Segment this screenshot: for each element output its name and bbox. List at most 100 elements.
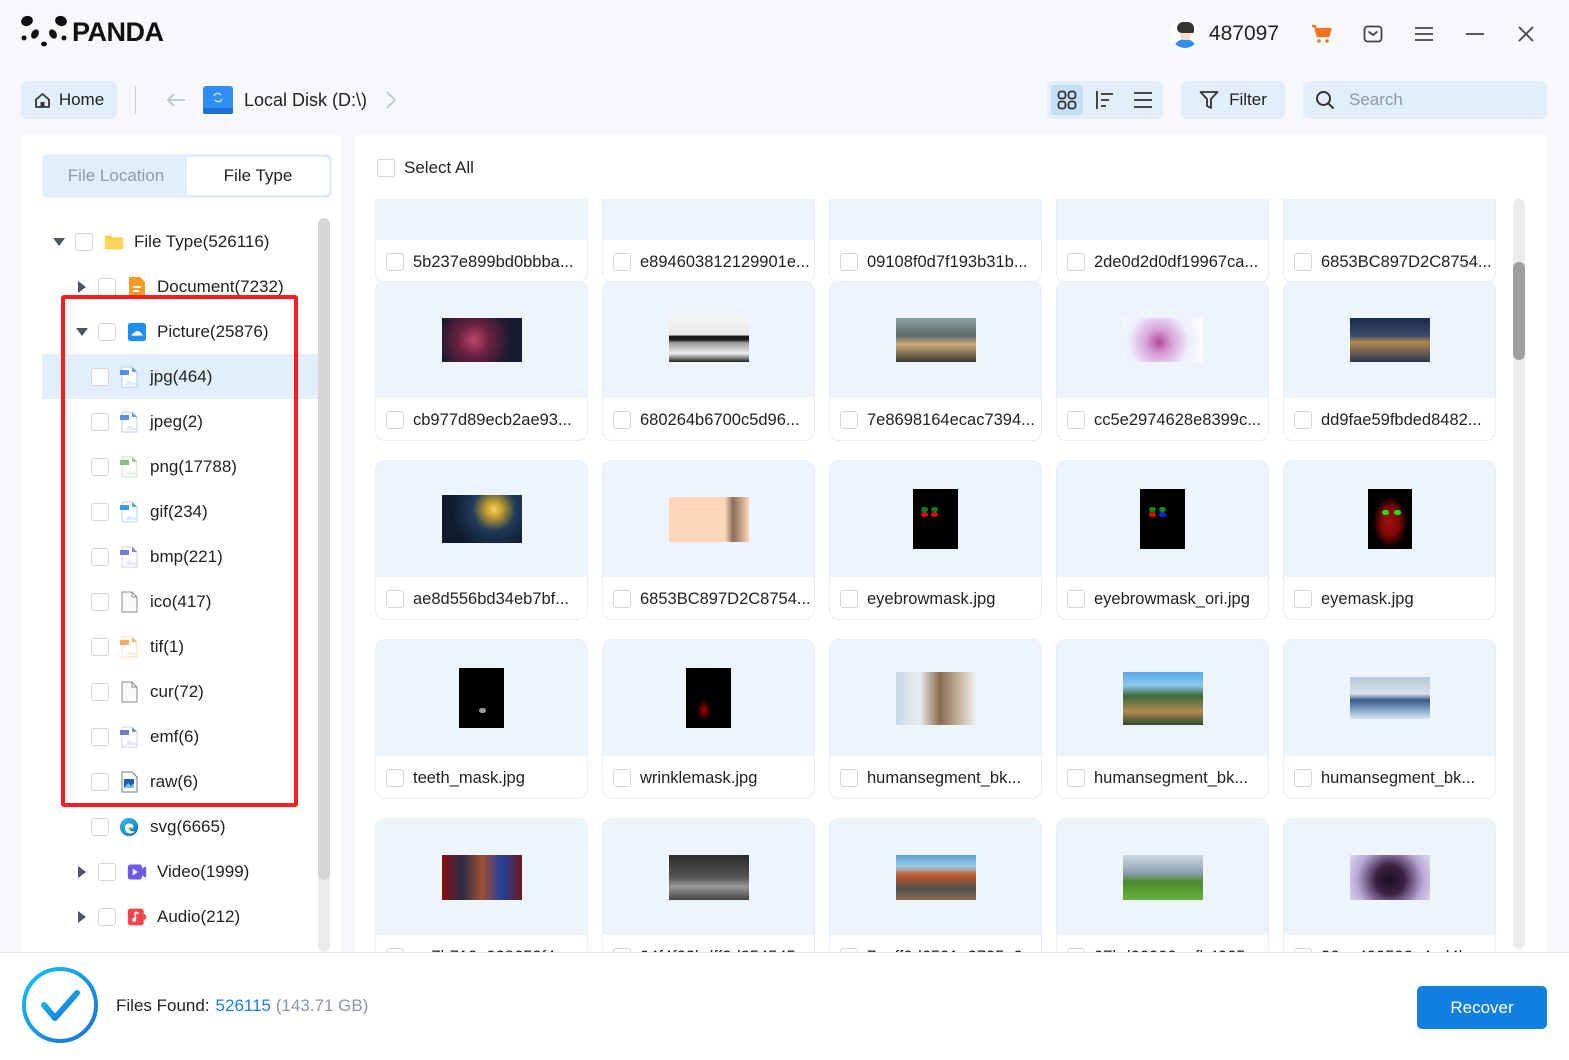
- file-thumbnail[interactable]: [1057, 640, 1268, 756]
- tree-item[interactable]: Video(1999): [21, 849, 321, 894]
- file-checkbox[interactable]: [840, 253, 858, 271]
- tree-item-checkbox[interactable]: [98, 907, 116, 926]
- file-card[interactable]: 680264b6700c5d96...: [602, 281, 815, 441]
- file-thumbnail[interactable]: [1057, 199, 1268, 240]
- file-thumbnail[interactable]: [376, 640, 587, 756]
- file-checkbox[interactable]: [386, 769, 404, 787]
- caret-right-icon[interactable]: [76, 865, 88, 878]
- file-card[interactable]: humansegment_bk...: [829, 639, 1042, 799]
- tree-item-checkbox[interactable]: [91, 457, 109, 476]
- grid-view-button[interactable]: [1051, 85, 1083, 115]
- caret-right-icon[interactable]: [76, 280, 88, 293]
- tree-item-partial[interactable]: [21, 939, 321, 952]
- file-checkbox[interactable]: [1067, 769, 1085, 787]
- file-card[interactable]: 04f4f03bdff3d254545...: [602, 818, 815, 952]
- file-thumbnail[interactable]: [376, 461, 587, 577]
- file-checkbox[interactable]: [1294, 590, 1312, 608]
- tree-item-checkbox[interactable]: [91, 502, 109, 521]
- select-all-checkbox[interactable]: [377, 159, 395, 177]
- file-card[interactable]: ae8d556bd34eb7bf...: [375, 460, 588, 620]
- file-thumbnail[interactable]: [830, 199, 1041, 240]
- file-card[interactable]: 6853BC897D2C8754...: [602, 460, 815, 620]
- file-thumbnail[interactable]: [1057, 282, 1268, 398]
- minimize-icon[interactable]: [1462, 21, 1488, 47]
- file-card[interactable]: e894603812129901e...: [602, 199, 815, 283]
- tree-item-checkbox[interactable]: [91, 727, 109, 746]
- file-card[interactable]: 5b237e899bd0bbba...: [375, 199, 588, 283]
- tree-item-checkbox[interactable]: [91, 547, 109, 566]
- caret-down-icon[interactable]: [76, 326, 88, 338]
- file-thumbnail[interactable]: [830, 461, 1041, 577]
- tree-item[interactable]: Document(7232): [21, 264, 321, 309]
- file-card[interactable]: 09108f0d7f193b31b...: [829, 199, 1042, 283]
- file-card[interactable]: cc5e2974628e8399c...: [1056, 281, 1269, 441]
- tree-item[interactable]: jpg(464): [42, 354, 318, 399]
- tree-item[interactable]: tif(1): [21, 624, 321, 669]
- file-card[interactable]: 7eaff0d6501e2705e0...: [829, 818, 1042, 952]
- file-thumbnail[interactable]: [603, 640, 814, 756]
- tree-item[interactable]: File Type(526116): [21, 219, 321, 264]
- file-thumbnail[interactable]: [1284, 461, 1495, 577]
- file-thumbnail[interactable]: [1284, 282, 1495, 398]
- file-checkbox[interactable]: [1294, 253, 1312, 271]
- tree-item[interactable]: Picture(25876): [21, 309, 321, 354]
- file-thumbnail[interactable]: [1284, 199, 1495, 240]
- tree-item-checkbox[interactable]: [91, 682, 109, 701]
- file-checkbox[interactable]: [386, 411, 404, 429]
- select-all[interactable]: Select All: [377, 158, 474, 178]
- file-thumbnail[interactable]: [830, 282, 1041, 398]
- recover-button[interactable]: Recover: [1417, 986, 1547, 1029]
- file-thumbnail[interactable]: [376, 199, 587, 240]
- file-thumbnail[interactable]: [603, 199, 814, 240]
- tree-item[interactable]: png(17788): [21, 444, 321, 489]
- close-icon[interactable]: [1513, 21, 1539, 47]
- search-input[interactable]: [1349, 90, 1529, 110]
- file-thumbnail[interactable]: [376, 282, 587, 398]
- tree-item[interactable]: svg(6665): [21, 804, 321, 849]
- user-avatar[interactable]: [1170, 20, 1199, 48]
- file-card[interactable]: dd9fae59fbded8482...: [1283, 281, 1496, 441]
- caret-down-icon[interactable]: [53, 236, 65, 248]
- menu-icon[interactable]: [1411, 21, 1437, 47]
- tree-item[interactable]: cur(72): [21, 669, 321, 714]
- message-icon[interactable]: [1360, 21, 1386, 47]
- tree-item[interactable]: Audio(212): [21, 894, 321, 939]
- file-card[interactable]: 7e8698164ecac7394...: [829, 281, 1042, 441]
- file-thumbnail[interactable]: [830, 640, 1041, 756]
- tree-item[interactable]: emf(6): [21, 714, 321, 759]
- tree-item-checkbox[interactable]: [91, 637, 109, 656]
- file-checkbox[interactable]: [613, 253, 631, 271]
- tree-item-checkbox[interactable]: [91, 592, 109, 611]
- file-thumbnail[interactable]: [1057, 819, 1268, 935]
- tree-item[interactable]: ico(417): [21, 579, 321, 624]
- caret-right-icon[interactable]: [76, 910, 88, 923]
- file-card[interactable]: teeth_mask.jpg: [375, 639, 588, 799]
- cart-icon[interactable]: [1309, 21, 1335, 47]
- sidebar-scrollbar-thumb[interactable]: [318, 218, 330, 880]
- file-thumbnail[interactable]: [830, 819, 1041, 935]
- tree-item-checkbox[interactable]: [98, 277, 116, 296]
- filter-button[interactable]: Filter: [1181, 81, 1285, 119]
- file-checkbox[interactable]: [613, 411, 631, 429]
- file-thumbnail[interactable]: [1057, 461, 1268, 577]
- tree-item-checkbox[interactable]: [91, 772, 109, 791]
- tree-item-checkbox[interactable]: [91, 412, 109, 431]
- file-checkbox[interactable]: [1067, 590, 1085, 608]
- file-card[interactable]: 2de0d2d0df19967ca...: [1056, 199, 1269, 283]
- forward-button[interactable]: [381, 88, 401, 112]
- file-card[interactable]: eyebrowmask.jpg: [829, 460, 1042, 620]
- tree-item-checkbox[interactable]: [75, 232, 93, 251]
- back-button[interactable]: [164, 88, 188, 112]
- file-checkbox[interactable]: [840, 590, 858, 608]
- tree-item-checkbox[interactable]: [98, 862, 116, 881]
- sidebar-scrollbar[interactable]: [318, 218, 330, 952]
- tree-item[interactable]: jpeg(2): [21, 399, 321, 444]
- file-card[interactable]: eyebrowmask_ori.jpg: [1056, 460, 1269, 620]
- breadcrumb-local-disk[interactable]: Local Disk (D:\): [244, 90, 367, 111]
- file-card[interactable]: humansegment_bk...: [1283, 639, 1496, 799]
- list-view-button[interactable]: [1127, 85, 1159, 115]
- home-button[interactable]: Home: [21, 81, 117, 119]
- file-checkbox[interactable]: [1294, 411, 1312, 429]
- grid-scrollbar[interactable]: [1513, 199, 1525, 949]
- file-checkbox[interactable]: [840, 411, 858, 429]
